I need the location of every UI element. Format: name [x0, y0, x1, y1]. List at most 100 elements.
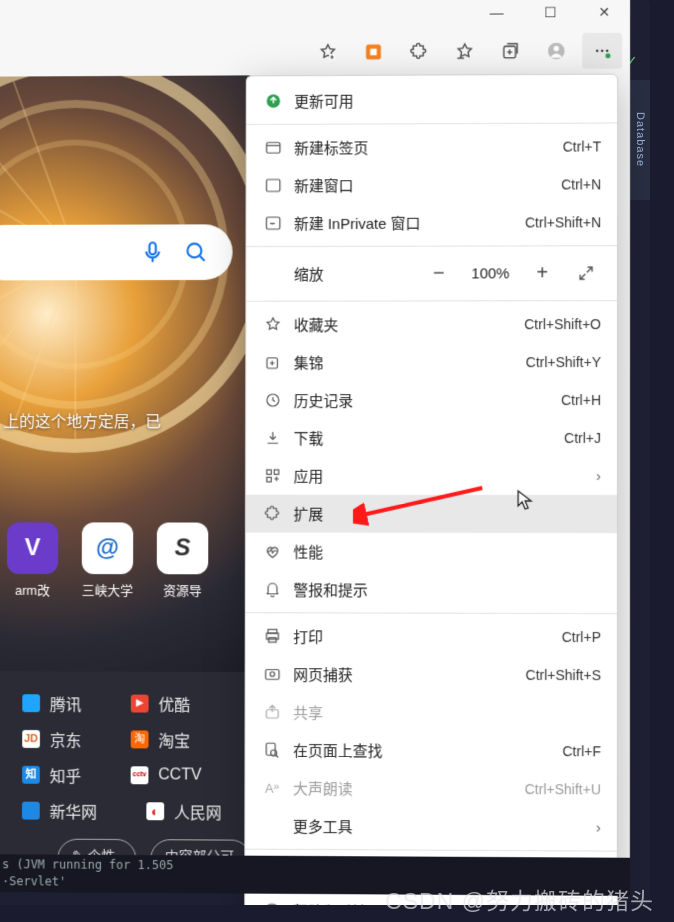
menu-shortcut: Ctrl+Shift+N — [525, 214, 601, 230]
zoom-out-button[interactable]: − — [420, 257, 458, 291]
menu-label: 新建标签页 — [286, 136, 563, 158]
mic-icon — [140, 239, 166, 265]
search-box[interactable] — [0, 224, 233, 280]
window-close-button[interactable]: ✕ — [582, 3, 626, 20]
feed-row-3[interactable]: 知知乎cctvCCTV — [0, 757, 251, 794]
ide-side-tab[interactable]: Database — [628, 80, 650, 200]
menu-label: 大声朗读 — [285, 777, 525, 799]
watermark-text: CSDN @努力搬砖的猪头 — [0, 882, 674, 916]
fullscreen-button[interactable] — [567, 256, 605, 290]
menu-separator — [246, 245, 617, 247]
browser-toolbar — [0, 28, 630, 77]
window-maximize-button[interactable]: ☐ — [528, 4, 572, 21]
collections-button[interactable] — [491, 33, 531, 69]
menu-label: 性能 — [285, 541, 601, 562]
puzzle-icon — [409, 42, 429, 62]
quick-link-3[interactable]: S 资源导 — [157, 522, 209, 599]
extension-button-1[interactable] — [354, 34, 394, 70]
menu-label: 扩展 — [286, 503, 601, 524]
feed-label: 新华网 — [50, 799, 97, 823]
zoom-label: 缩放 — [294, 263, 414, 284]
menu-shortcut: Ctrl+F — [562, 743, 600, 759]
quick-link-2[interactable]: @ 三峡大学 — [82, 522, 134, 599]
profile-button[interactable] — [536, 33, 576, 69]
menu-read-aloud: A»大声朗读Ctrl+Shift+U — [245, 769, 617, 809]
menu-label: 打印 — [285, 626, 561, 648]
quick-link-1-label: arm改 — [15, 580, 50, 599]
menu-shortcut: Ctrl+H — [561, 392, 601, 408]
chevron-right-icon: › — [596, 467, 601, 484]
window-minimize-button[interactable]: — — [475, 4, 519, 20]
zoom-percent: 100% — [464, 265, 518, 282]
menu-extensions[interactable]: 扩展 — [246, 495, 617, 533]
menu-share: 共享 — [246, 693, 617, 732]
feed-row-2[interactable]: JD京东淘淘宝 — [0, 721, 251, 758]
quick-link-2-label: 三峡大学 — [82, 580, 133, 599]
menu-alerts[interactable]: 警报和提示 — [246, 570, 617, 609]
menu-find[interactable]: 在页面上查找Ctrl+F — [245, 731, 616, 771]
menu-apps[interactable]: 应用› — [246, 457, 617, 495]
menu-label: 更多工具 — [285, 815, 596, 838]
zoom-in-button[interactable]: + — [523, 256, 561, 290]
menu-print[interactable]: 打印Ctrl+P — [246, 617, 617, 656]
hero-caption: 上的这个地方定居，已 — [3, 408, 161, 432]
more-menu-button[interactable] — [582, 33, 622, 69]
menu-shortcut: Ctrl+T — [563, 139, 601, 155]
feed-icon: ▶ — [131, 695, 149, 713]
download-icon — [260, 429, 286, 447]
menu-downloads[interactable]: 下载Ctrl+J — [246, 419, 617, 457]
add-favorite-button[interactable] — [308, 34, 348, 70]
favorites-button[interactable] — [445, 33, 485, 69]
feed-label: CCTV — [158, 766, 201, 784]
menu-label: 新建窗口 — [286, 174, 561, 196]
menu-performance[interactable]: 性能 — [246, 533, 617, 572]
menu-new-window[interactable]: 新建窗口 Ctrl+N — [247, 165, 618, 204]
collections-small-icon — [260, 353, 286, 371]
menu-shortcut: Ctrl+Shift+Y — [526, 354, 601, 370]
feed-row-4[interactable]: 新华网◐人民网 — [0, 793, 251, 830]
feed-label: 腾讯 — [50, 691, 82, 715]
menu-new-inprivate[interactable]: 新建 InPrivate 窗口 Ctrl+Shift+N — [246, 203, 617, 242]
menu-new-tab[interactable]: 新建标签页 Ctrl+T — [247, 127, 618, 166]
menu-label: 网页捕获 — [285, 664, 525, 686]
menu-label: 收藏夹 — [286, 314, 524, 335]
feed-label: 知乎 — [50, 763, 82, 787]
menu-collections[interactable]: 集锦Ctrl+Shift+Y — [246, 343, 617, 381]
apps-icon — [260, 467, 286, 485]
bell-icon — [260, 580, 286, 598]
menu-update-available[interactable]: 更新可用 — [247, 81, 617, 120]
quick-links-row: V arm改 @ 三峡大学 S 资源导 — [0, 522, 252, 599]
feed-label: 淘宝 — [158, 728, 190, 752]
extension-orange-icon — [364, 42, 384, 62]
feed-label: 人民网 — [174, 799, 222, 823]
quick-link-1[interactable]: V arm改 — [7, 522, 58, 599]
menu-separator — [245, 849, 617, 852]
quick-link-2-icon: @ — [82, 522, 133, 574]
feed-row-1[interactable]: 腾讯▶优酷 — [0, 685, 252, 722]
menu-favorites[interactable]: 收藏夹Ctrl+Shift+O — [246, 305, 617, 343]
feed-icon — [22, 694, 40, 712]
update-arrow-icon — [261, 92, 287, 110]
menu-label: 下载 — [286, 428, 564, 449]
menu-shortcut: Ctrl+P — [562, 629, 601, 645]
print-icon — [260, 627, 286, 645]
read-aloud-icon: A» — [259, 780, 285, 795]
menu-more-tools[interactable]: 更多工具› — [245, 807, 617, 847]
window-titlebar: — ☐ ✕ — [0, 0, 630, 31]
more-icon — [592, 41, 612, 61]
menu-label: 警报和提示 — [285, 579, 601, 601]
menu-webcapture[interactable]: 网页捕获Ctrl+Shift+S — [246, 655, 617, 694]
menu-shortcut: Ctrl+J — [564, 430, 601, 446]
terminal-line: s (JVM running for 1.505 — [2, 856, 622, 876]
page-content: 上的这个地方定居，已 V arm改 @ 三峡大学 S 资源导 腾讯▶优酷 JD京… — [0, 75, 253, 871]
capture-icon — [259, 665, 285, 683]
menu-history[interactable]: 历史记录Ctrl+H — [246, 381, 617, 419]
extensions-button[interactable] — [399, 34, 439, 70]
menu-label: 共享 — [285, 702, 601, 724]
tab-icon — [260, 139, 286, 157]
settings-dropdown-menu: 更新可用 新建标签页 Ctrl+T 新建窗口 Ctrl+N 新建 InPriva… — [244, 74, 618, 905]
heart-pulse-icon — [260, 543, 286, 561]
menu-label: 历史记录 — [286, 390, 561, 411]
feed-icon: 淘 — [131, 730, 149, 748]
menu-zoom-row: 缩放 − 100% + — [246, 250, 617, 297]
